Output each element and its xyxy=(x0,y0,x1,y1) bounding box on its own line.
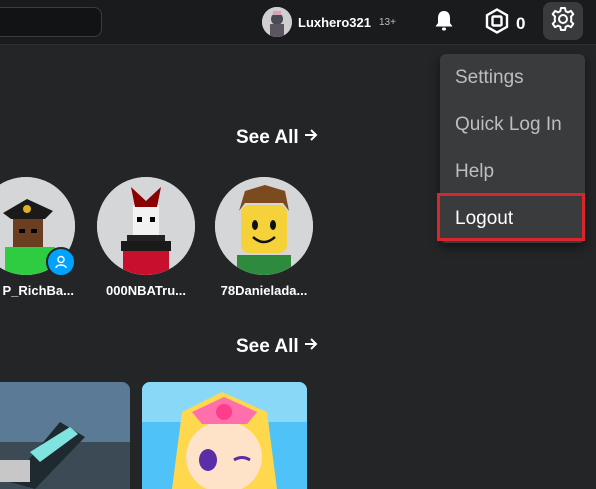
user-profile-link[interactable]: Luxhero321 13+ xyxy=(262,6,396,38)
gear-icon xyxy=(549,5,577,38)
user-avatar xyxy=(262,7,292,37)
friend-name: 000NBATru... xyxy=(106,283,186,298)
friend-card[interactable]: 78Danielada... xyxy=(214,177,314,298)
robux-balance[interactable]: 0 xyxy=(484,8,525,39)
robux-icon xyxy=(484,8,510,39)
game-thumbnail xyxy=(0,382,130,489)
robux-count: 0 xyxy=(516,13,526,33)
username-label: Luxhero321 xyxy=(298,14,371,30)
friend-name: 78Danielada... xyxy=(220,283,308,298)
menu-item-help[interactable]: Help xyxy=(440,148,585,195)
see-all-label: See All xyxy=(236,127,299,148)
friend-avatar xyxy=(97,177,195,275)
settings-gear-button[interactable] xyxy=(543,2,583,40)
game-tile[interactable] xyxy=(142,382,307,489)
menu-item-quick-log-in[interactable]: Quick Log In xyxy=(440,101,585,148)
arrow-right-icon xyxy=(303,336,319,358)
top-navigation-bar: Luxhero321 13+ 0 xyxy=(0,0,596,45)
menu-item-settings[interactable]: Settings xyxy=(440,54,585,101)
menu-item-label: Settings xyxy=(455,66,524,88)
friend-card[interactable]: 000NBATru... xyxy=(96,177,196,298)
game-thumbnail xyxy=(142,382,307,489)
menu-item-label: Quick Log In xyxy=(455,113,562,135)
logout-highlight-box xyxy=(437,193,585,241)
arrow-right-icon xyxy=(303,127,319,149)
online-status-badge xyxy=(46,247,76,277)
friend-avatar xyxy=(215,177,313,275)
game-tile[interactable] xyxy=(0,382,130,489)
friend-name: P_RichBa... xyxy=(2,283,74,298)
friends-see-all-link[interactable]: See All xyxy=(236,127,319,149)
friend-card[interactable]: P_RichBa... xyxy=(0,177,76,298)
menu-item-label: Help xyxy=(455,160,495,182)
age-badge: 13+ xyxy=(378,16,396,28)
search-input[interactable] xyxy=(0,7,102,37)
games-see-all-link[interactable]: See All xyxy=(236,336,319,358)
see-all-label: See All xyxy=(236,336,299,357)
notifications-bell-icon[interactable] xyxy=(431,8,457,34)
